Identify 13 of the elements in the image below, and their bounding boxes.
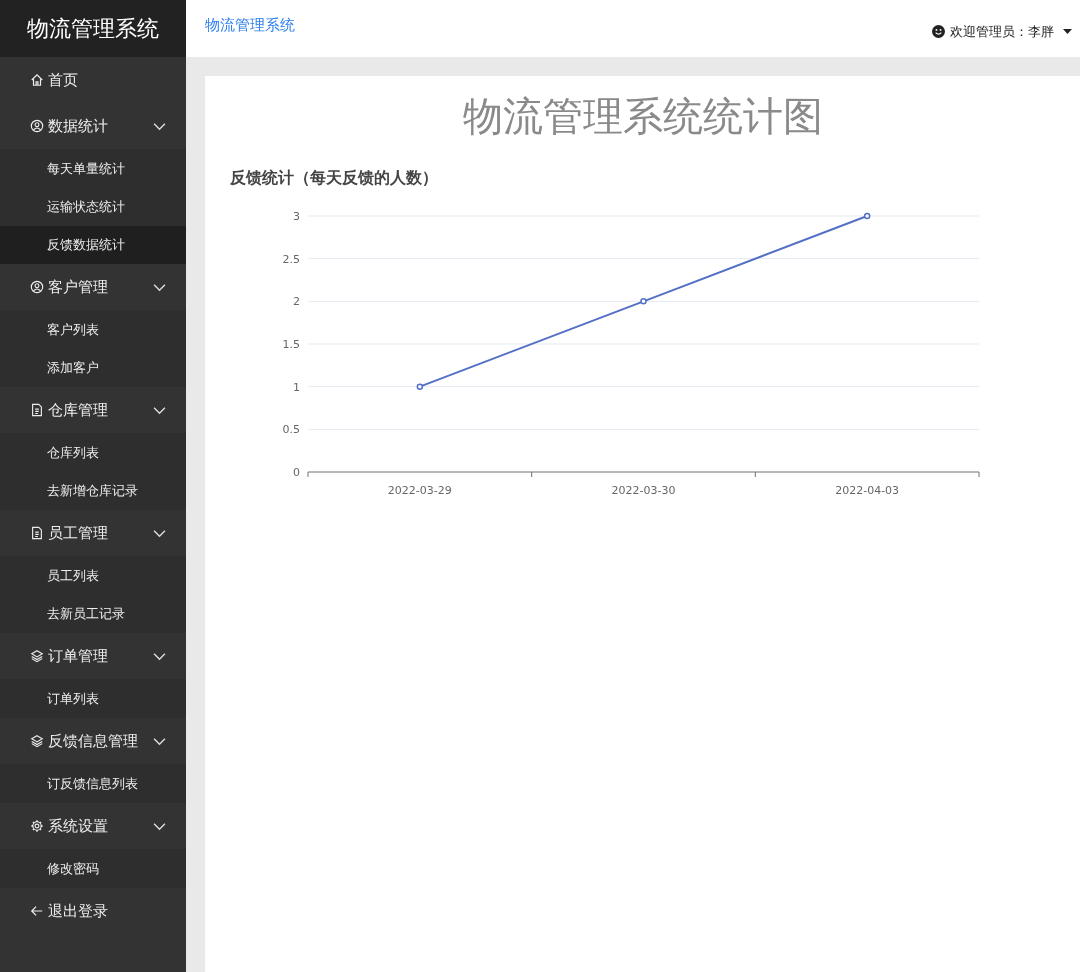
chart-title: 反馈统计（每天反馈的人数） (230, 167, 439, 189)
y-tick-label: 2 (293, 295, 300, 309)
y-tick-label: 3 (293, 210, 300, 223)
x-tick-label: 2022-03-29 (387, 484, 452, 497)
x-tick-label: 2022-03-30 (611, 484, 676, 497)
page-heading: 物流管理系统统计图 (461, 92, 824, 141)
x-tick-label: 2022-04-03 (835, 484, 900, 497)
y-tick-label: 1.5 (282, 338, 300, 351)
y-tick-label: 0 (293, 466, 300, 479)
y-tick-label: 2.5 (282, 252, 300, 266)
y-tick-label: 1 (293, 380, 300, 394)
y-tick-label: 0.5 (282, 423, 300, 437)
logo-title: 物流管理系统 (0, 0, 186, 57)
